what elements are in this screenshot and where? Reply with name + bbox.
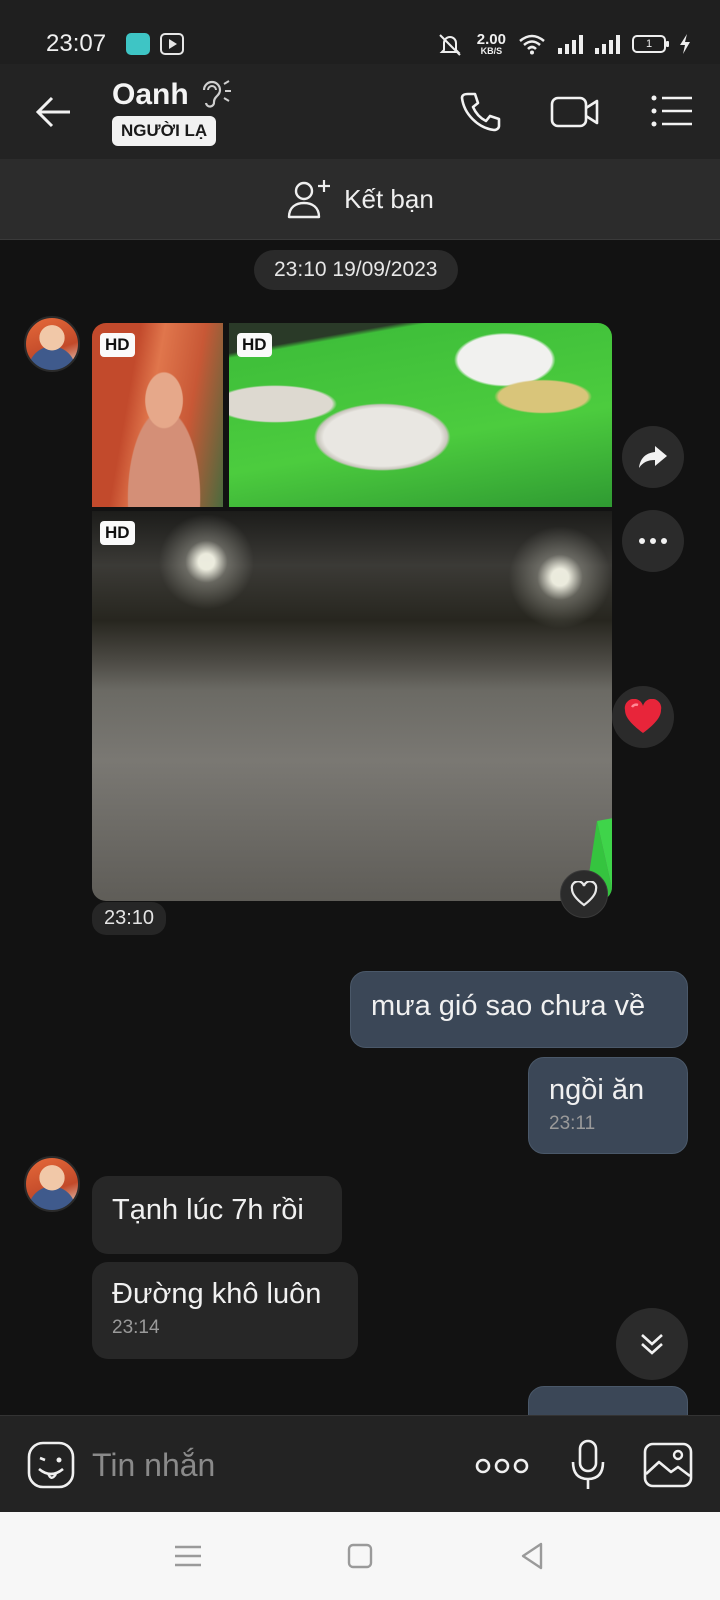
heart-outline-icon bbox=[570, 881, 598, 907]
contact-name[interactable]: Oanh bbox=[112, 78, 189, 112]
network-speed: 2.00 KB/S bbox=[476, 31, 506, 56]
home-square-icon[interactable] bbox=[342, 1538, 378, 1574]
photo-selfie[interactable]: HD bbox=[92, 323, 223, 507]
share-button[interactable] bbox=[622, 426, 684, 488]
message-text: mưa gió sao chưa về bbox=[371, 990, 646, 1022]
hd-badge: HD bbox=[100, 333, 135, 357]
video-call-icon[interactable] bbox=[550, 86, 600, 136]
image-gallery-icon[interactable] bbox=[642, 1440, 694, 1490]
message-bubble-incoming[interactable]: Đường khô luôn 23:14 bbox=[92, 1262, 358, 1359]
status-bar: 23:07 2.00 KB/S 1 bbox=[0, 0, 720, 64]
sticker-emoji-icon[interactable] bbox=[26, 1440, 76, 1490]
message-text: Tạnh lúc 7h rồi bbox=[112, 1194, 304, 1226]
contact-avatar[interactable] bbox=[24, 1156, 80, 1212]
charging-icon bbox=[680, 34, 690, 54]
message-input[interactable] bbox=[92, 1440, 452, 1490]
phone-icon[interactable] bbox=[456, 86, 506, 136]
microphone-icon[interactable] bbox=[568, 1438, 608, 1492]
message-bubble-outgoing-partial[interactable] bbox=[528, 1386, 688, 1415]
photo-timestamp: 23:10 bbox=[92, 902, 167, 935]
photo-street[interactable]: HD Aphang bbox=[92, 511, 612, 901]
like-button[interactable] bbox=[560, 870, 608, 918]
back-arrow-icon[interactable] bbox=[32, 90, 76, 134]
status-indicators: 2.00 KB/S 1 bbox=[435, 30, 692, 58]
date-divider: 23:10 19/09/2023 bbox=[254, 250, 458, 290]
red-heart-icon bbox=[624, 699, 662, 733]
more-actions-icon[interactable] bbox=[474, 1446, 530, 1486]
add-friend-icon bbox=[287, 180, 331, 219]
photo-food[interactable]: HD bbox=[229, 323, 612, 507]
message-bubble-outgoing[interactable]: ngồi ăn 23:11 bbox=[528, 1057, 688, 1154]
double-chevron-down-icon bbox=[641, 1334, 663, 1355]
share-arrow-icon bbox=[639, 446, 667, 468]
add-friend-button[interactable]: Kết bạn bbox=[0, 159, 720, 240]
menu-list-icon[interactable] bbox=[648, 86, 698, 136]
ear-icon bbox=[202, 80, 231, 108]
scroll-to-bottom-button[interactable] bbox=[616, 1308, 688, 1380]
chat-header: Oanh NGƯỜI LẠ bbox=[0, 64, 720, 159]
wifi-icon bbox=[519, 34, 545, 55]
silent-bell-icon bbox=[439, 34, 461, 56]
more-dots-icon bbox=[639, 538, 667, 544]
message-bubble-outgoing[interactable]: mưa gió sao chưa về bbox=[350, 971, 688, 1048]
app-notification-icon bbox=[126, 33, 150, 55]
stranger-badge: NGƯỜI LẠ bbox=[112, 116, 217, 146]
system-navigation-bar bbox=[0, 1512, 720, 1600]
hd-badge: HD bbox=[100, 521, 135, 545]
battery-icon: 1 bbox=[632, 35, 669, 53]
more-options-button[interactable] bbox=[622, 510, 684, 572]
add-friend-label: Kết bạn bbox=[344, 183, 434, 214]
message-text: ngồi ăn bbox=[549, 1074, 645, 1106]
back-triangle-icon[interactable] bbox=[514, 1538, 550, 1574]
message-time: 23:11 bbox=[549, 1113, 596, 1134]
signal-2-icon bbox=[595, 34, 620, 54]
play-notification-icon bbox=[160, 33, 184, 55]
status-time: 23:07 bbox=[46, 30, 107, 57]
hd-badge: HD bbox=[237, 333, 272, 357]
signal-icon bbox=[558, 34, 583, 54]
contact-avatar[interactable] bbox=[24, 316, 80, 372]
message-text: Đường khô luôn bbox=[112, 1278, 322, 1310]
message-bubble-incoming[interactable]: Tạnh lúc 7h rồi bbox=[92, 1176, 342, 1254]
message-composer bbox=[0, 1415, 720, 1512]
reaction-heart-button[interactable] bbox=[612, 686, 674, 748]
message-time: 23:14 bbox=[112, 1317, 160, 1338]
recent-apps-icon[interactable] bbox=[170, 1538, 206, 1574]
chat-area[interactable]: 23:10 19/09/2023 HD HD HD Aphang bbox=[0, 240, 720, 1415]
